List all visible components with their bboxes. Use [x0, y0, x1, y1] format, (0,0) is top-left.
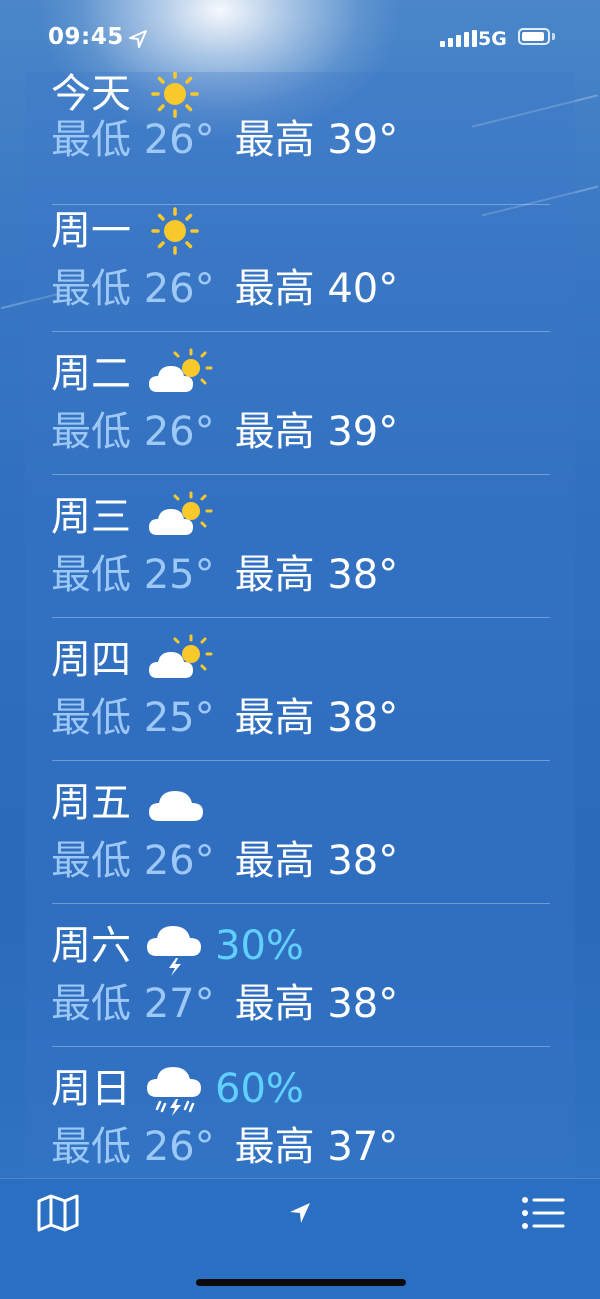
battery-cap — [552, 33, 555, 40]
home-indicator[interactable] — [196, 1279, 406, 1286]
low-temperature: 最低 26° — [51, 409, 215, 455]
high-temperature: 最高 40° — [234, 266, 399, 312]
high-temperature: 最高 39° — [234, 409, 399, 455]
forecast-row: 周三 最低 25° 最高 38° — [25, 475, 575, 618]
thunder-rain-icon — [147, 1059, 213, 1119]
forecast-row: 周二 最低 26° 最高 39° — [25, 332, 575, 475]
cellular-signal-icon — [440, 30, 477, 47]
precipitation-chance: 30% — [215, 923, 304, 969]
partly-cloudy-icon — [147, 344, 217, 404]
high-temperature: 最高 38° — [234, 552, 399, 598]
low-temperature: 最低 26° — [51, 838, 215, 884]
low-temperature: 最低 26° — [51, 1124, 215, 1170]
low-temperature: 最低 25° — [51, 695, 215, 741]
status-time: 09:45 — [48, 24, 124, 50]
partly-cloudy-icon — [147, 630, 217, 690]
battery-icon — [518, 28, 550, 45]
partly-cloudy-icon — [147, 487, 217, 547]
ten-day-forecast-panel[interactable]: 今天 最低 26° 最高 39° 周一 最低 26° 最高 40° 周二 最低 … — [25, 72, 575, 1178]
map-icon[interactable] — [36, 1193, 80, 1233]
high-temperature: 最高 38° — [234, 838, 399, 884]
day-label: 今天 — [51, 72, 131, 117]
high-temperature: 最高 39° — [234, 117, 399, 163]
bottom-toolbar — [0, 1178, 600, 1299]
low-temperature: 最低 26° — [51, 117, 215, 163]
day-label: 周一 — [51, 208, 131, 254]
forecast-row: 周一 最低 26° 最高 40° — [25, 189, 575, 332]
sun-icon — [147, 201, 217, 261]
list-icon[interactable] — [521, 1195, 565, 1231]
high-temperature: 最高 38° — [234, 981, 399, 1027]
forecast-row: 周五 最低 26° 最高 38° — [25, 761, 575, 904]
status-bar: 09:45 5G — [0, 0, 600, 80]
day-label: 周日 — [51, 1066, 131, 1112]
forecast-row: 今天 最低 26° 最高 39° — [25, 72, 575, 205]
high-temperature: 最高 37° — [234, 1124, 399, 1170]
low-temperature: 最低 25° — [51, 552, 215, 598]
cloud-icon — [147, 773, 217, 833]
network-type: 5G — [478, 28, 507, 50]
low-temperature: 最低 26° — [51, 266, 215, 312]
location-arrow-icon[interactable] — [288, 1201, 312, 1225]
forecast-row: 周六 30% 最低 27° 最高 38° — [25, 904, 575, 1047]
day-label: 周四 — [51, 637, 131, 683]
day-label: 周六 — [51, 923, 131, 969]
forecast-row: 周日 60% 最低 26° 最高 37° — [25, 1047, 575, 1178]
precipitation-chance: 60% — [215, 1066, 304, 1112]
thunderstorm-icon — [147, 916, 213, 976]
forecast-row: 周四 最低 25° 最高 38° — [25, 618, 575, 761]
low-temperature: 最低 27° — [51, 981, 215, 1027]
day-label: 周三 — [51, 494, 131, 540]
high-temperature: 最高 38° — [234, 695, 399, 741]
day-label: 周二 — [51, 351, 131, 397]
location-services-icon — [129, 30, 147, 48]
day-label: 周五 — [51, 780, 131, 826]
